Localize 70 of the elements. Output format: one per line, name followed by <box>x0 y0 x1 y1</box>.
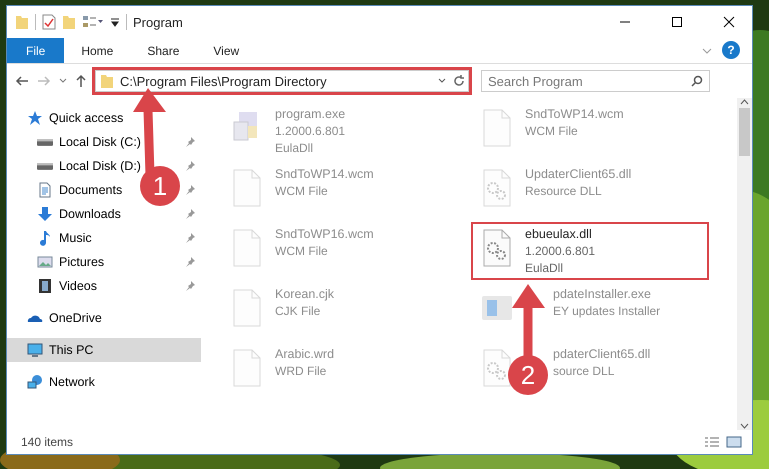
address-path: C:\Program Files\Program Directory <box>120 74 328 88</box>
close-icon[interactable] <box>723 16 735 28</box>
up-button[interactable] <box>75 74 87 88</box>
file-detail: 1.2000.6.801 <box>275 123 346 140</box>
file-detail: WCM File <box>275 183 329 200</box>
download-icon <box>37 206 53 222</box>
sidebar-item[interactable]: Local Disk (C:) <box>7 130 201 154</box>
recent-locations-button[interactable] <box>59 78 67 84</box>
gear-file-icon <box>481 228 513 268</box>
expand-ribbon-icon[interactable] <box>702 48 712 54</box>
sidebar-item[interactable]: Pictures <box>7 250 201 274</box>
file-icon <box>231 288 263 328</box>
file-icon <box>231 348 263 388</box>
file-detail: EY updates Installer <box>553 303 660 320</box>
scroll-thumb[interactable] <box>739 108 750 156</box>
window-title: Program <box>133 14 183 30</box>
file-detail: CJK File <box>275 303 322 320</box>
file-detail: source DLL <box>553 363 616 380</box>
gear-file-icon <box>481 348 513 388</box>
ribbon-tab[interactable]: Share <box>130 38 196 63</box>
step-number-badge: 1 <box>140 166 180 206</box>
step-number-badge: 2 <box>508 355 548 395</box>
ribbon-tab[interactable]: Home <box>64 38 130 63</box>
file-detail: Resource DLL <box>525 183 603 200</box>
file-detail: EulaDll <box>525 260 564 277</box>
file-icon <box>231 228 263 268</box>
large-icons-view-icon[interactable] <box>726 436 742 448</box>
music-note-icon <box>37 230 53 246</box>
network-icon <box>27 374 43 390</box>
file-detail: 1.2000.6.801 <box>525 243 596 260</box>
folder-icon <box>100 73 114 89</box>
ribbon-tab[interactable]: File <box>7 38 64 63</box>
maximize-icon[interactable] <box>671 16 683 28</box>
document-icon <box>37 182 53 198</box>
file-detail: WRD File <box>275 363 328 380</box>
sidebar-item[interactable]: Quick access <box>7 106 201 130</box>
picture-icon <box>37 254 53 270</box>
search-field[interactable]: Search Program <box>481 70 710 92</box>
drive-icon <box>37 162 53 170</box>
file-detail: WCM File <box>525 123 579 140</box>
file-name[interactable]: ebueulax.dll <box>525 226 596 243</box>
properties-icon[interactable] <box>42 14 56 30</box>
ribbon-tab[interactable]: View <box>196 38 256 63</box>
star-icon <box>27 110 43 126</box>
sidebar-item[interactable]: Videos <box>7 274 201 298</box>
customize-caret-icon[interactable] <box>110 17 120 27</box>
drive-icon <box>37 138 53 146</box>
film-icon <box>37 278 53 294</box>
address-bar[interactable]: C:\Program Files\Program Directory <box>95 70 469 92</box>
sidebar-item[interactable]: OneDrive <box>7 306 201 330</box>
sidebar-item[interactable]: Music <box>7 226 201 250</box>
back-button[interactable] <box>15 75 29 87</box>
view-dropdown-icon[interactable] <box>82 15 104 29</box>
search-icon[interactable] <box>691 75 703 87</box>
scroll-down-icon[interactable] <box>740 422 749 430</box>
help-button[interactable]: ? <box>722 41 740 59</box>
scrollbar[interactable] <box>737 98 752 430</box>
details-view-icon[interactable] <box>704 436 720 448</box>
dropdown-caret-icon[interactable] <box>438 78 446 84</box>
item-count: 140 items <box>21 435 74 449</box>
file-detail: WCM File <box>275 243 329 260</box>
file-detail: EulaDll <box>275 140 314 157</box>
sidebar-item[interactable]: Network <box>7 370 201 394</box>
monitor-icon <box>27 342 43 358</box>
file-icon <box>481 108 513 148</box>
scroll-up-icon[interactable] <box>740 98 749 106</box>
gear-file-icon <box>481 168 513 208</box>
sidebar-item[interactable]: This PC <box>7 338 201 362</box>
file-icon <box>231 168 263 208</box>
refresh-icon[interactable] <box>452 74 466 88</box>
